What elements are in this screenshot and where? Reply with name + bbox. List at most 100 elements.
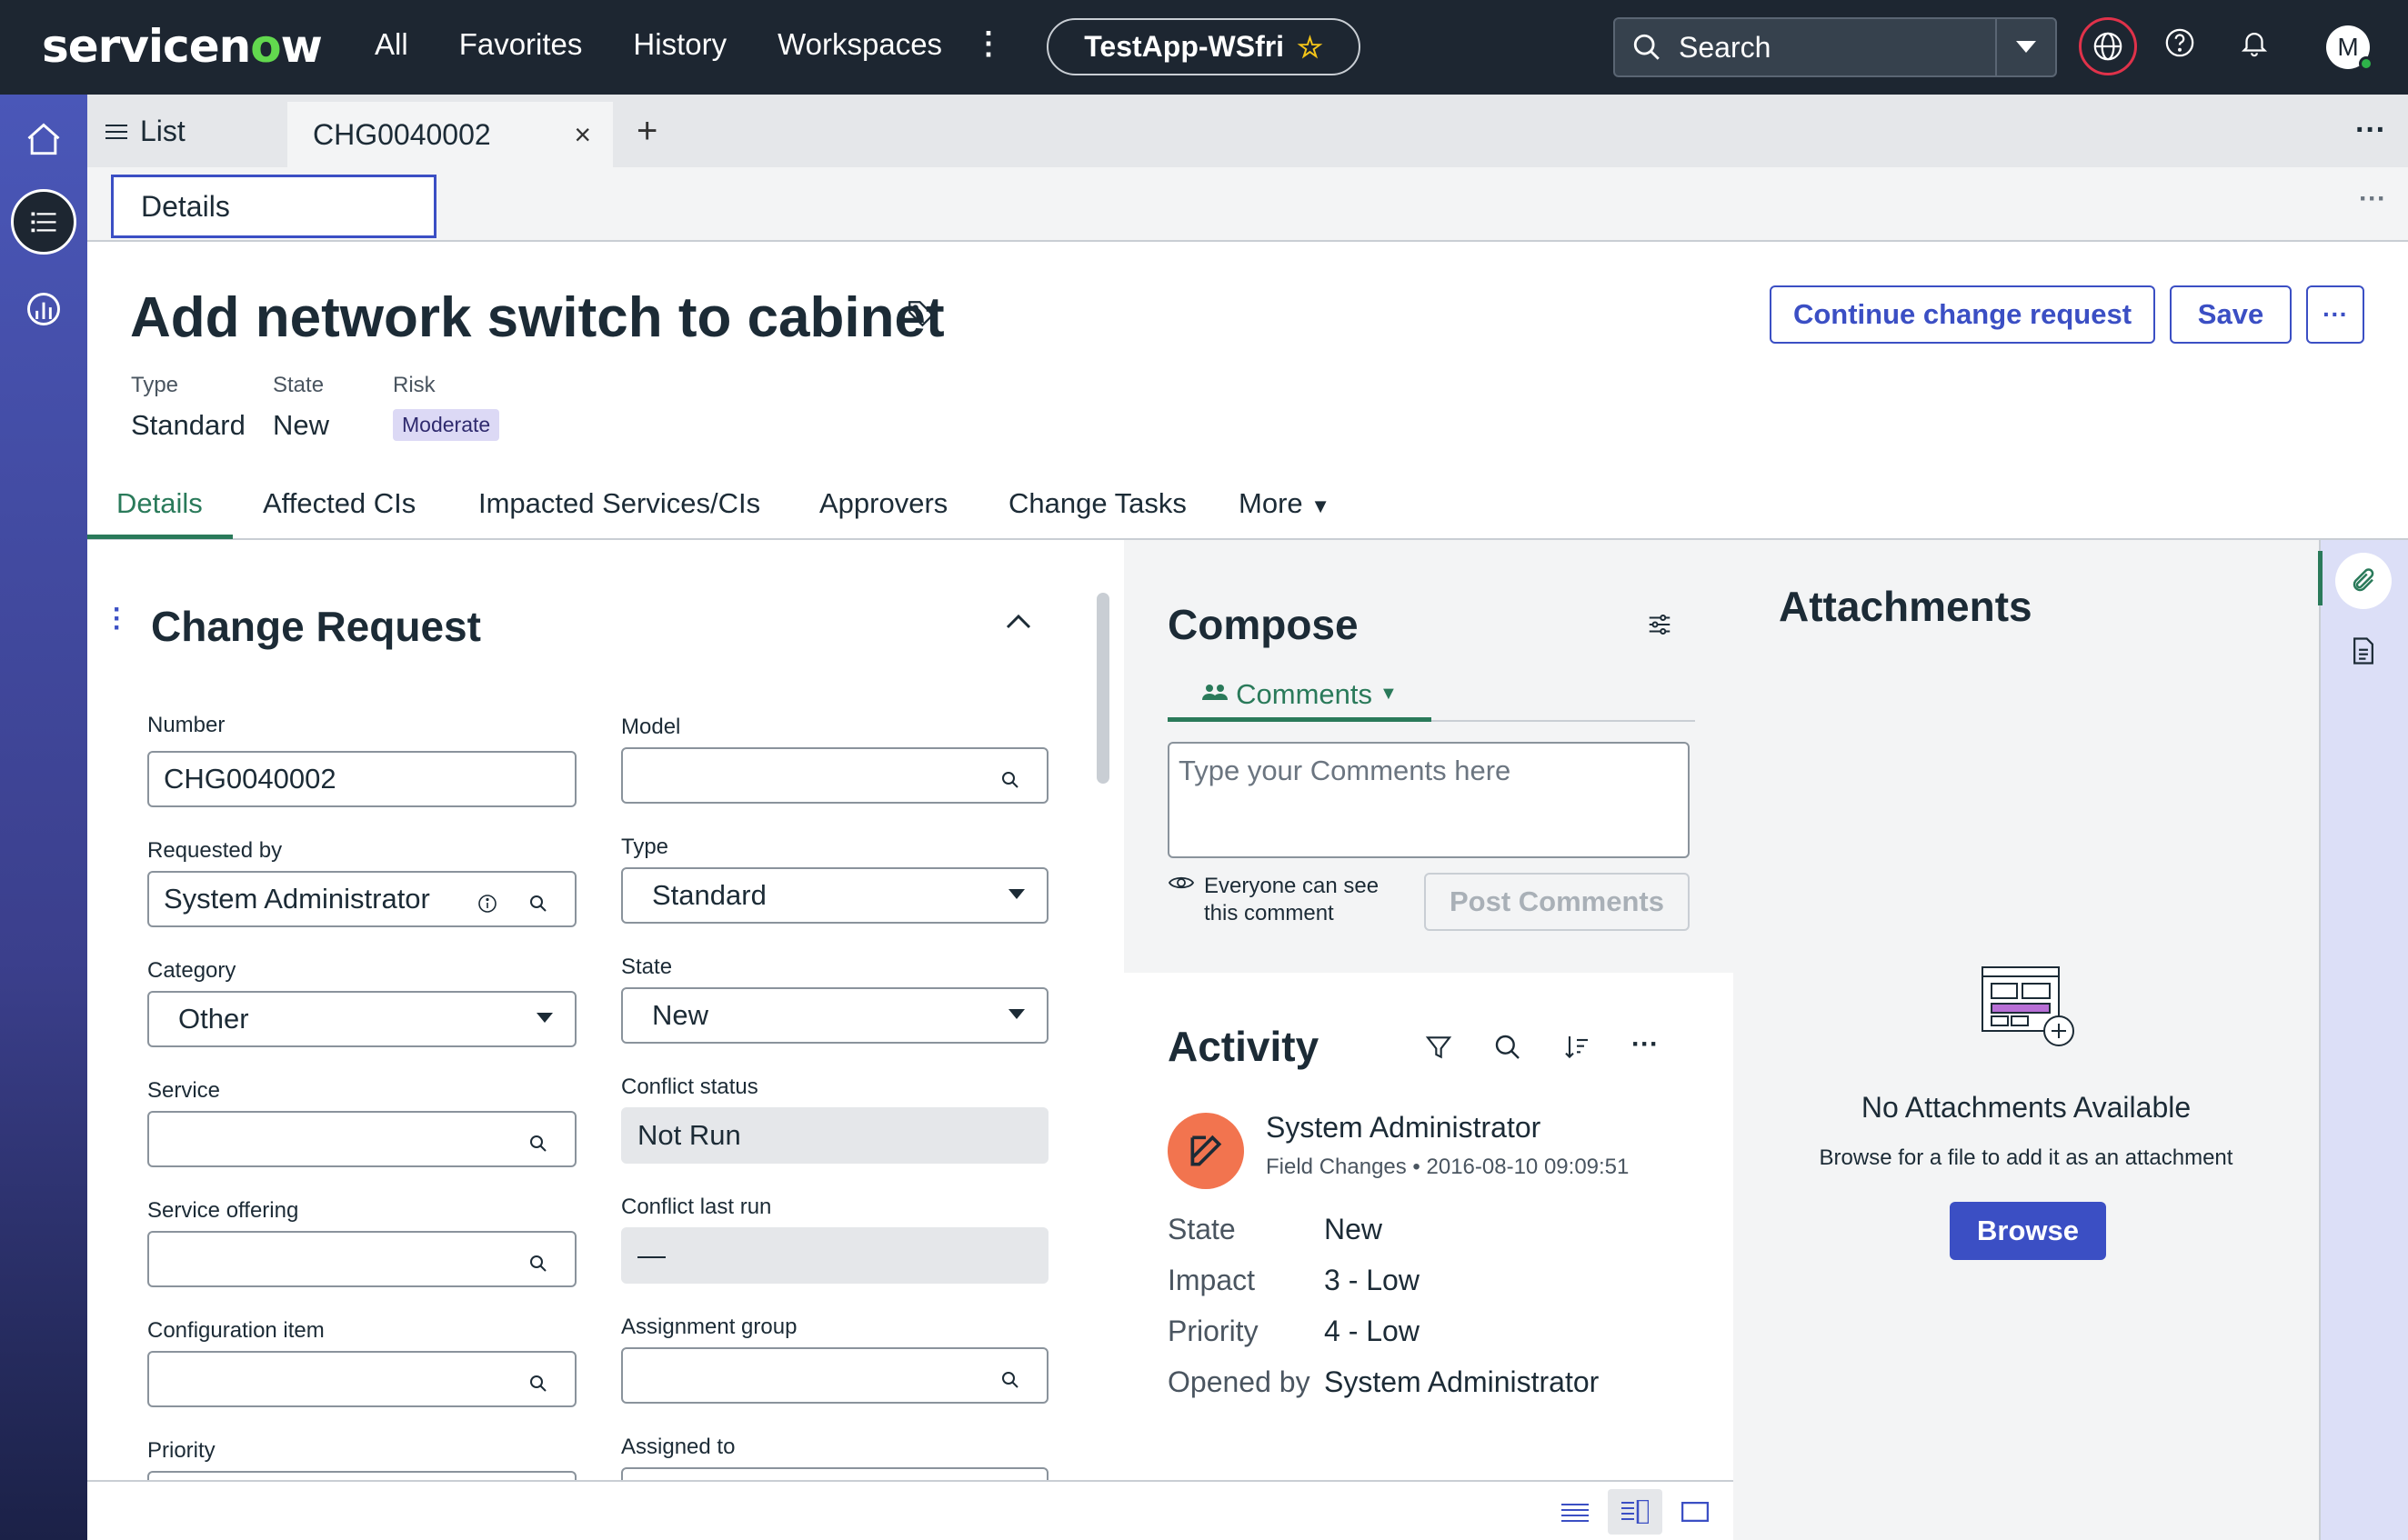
chevron-up-icon[interactable] (1006, 613, 1031, 634)
caret-down-icon: ▼ (1310, 495, 1331, 517)
search-icon[interactable] (527, 889, 549, 922)
assigned-to-field[interactable] (621, 1467, 1048, 1480)
tab-impacted-services[interactable]: Impacted Services/CIs (478, 487, 760, 520)
type-select[interactable]: Standard (621, 867, 1048, 924)
help-icon[interactable] (2164, 27, 2195, 63)
user-avatar[interactable]: M (2326, 25, 2373, 71)
eye-icon (1168, 873, 1195, 927)
number-field[interactable]: CHG0040002 (147, 751, 577, 807)
document-icon[interactable] (2350, 636, 2377, 670)
tab-details[interactable]: Details (116, 487, 203, 520)
close-icon[interactable]: × (574, 118, 591, 152)
scrollbar[interactable] (1097, 593, 1109, 784)
list-icon[interactable] (11, 189, 76, 255)
bell-icon[interactable] (2239, 27, 2270, 63)
sub-tab-strip: Details ··· (87, 167, 2408, 242)
meta-state: State New (273, 373, 330, 441)
model-field[interactable] (621, 747, 1048, 804)
add-tab-icon[interactable]: + (637, 111, 657, 152)
browse-button[interactable]: Browse (1950, 1202, 2106, 1260)
details-subtab[interactable]: Details (111, 175, 436, 238)
globe-icon[interactable] (2079, 17, 2137, 75)
top-navbar: servicenow All Favorites History Workspa… (0, 0, 2408, 95)
star-icon[interactable]: ☆ (1297, 30, 1323, 65)
split-view-icon[interactable] (1608, 1489, 1662, 1535)
panel-view-icon[interactable] (1668, 1489, 1722, 1535)
assigned-to-label: Assigned to (621, 1435, 736, 1459)
nav-all[interactable]: All (375, 27, 408, 62)
search-icon[interactable] (1493, 1033, 1522, 1066)
tab-record-label: CHG0040002 (313, 117, 491, 151)
assignment-group-label: Assignment group (621, 1315, 798, 1339)
state-select[interactable]: New (621, 987, 1048, 1044)
tab-comments[interactable]: Comments ▼ (1168, 671, 1431, 722)
caret-down-icon (537, 1013, 553, 1023)
sort-icon[interactable] (1562, 1033, 1591, 1066)
comment-textarea[interactable]: Type your Comments here (1168, 742, 1690, 858)
post-comments-button[interactable]: Post Comments (1424, 873, 1690, 931)
configuration-item-label: Configuration item (147, 1318, 325, 1343)
more-actions-button[interactable]: ··· (2306, 285, 2364, 344)
tab-change-tasks[interactable]: Change Tasks (1008, 487, 1187, 520)
search-icon[interactable] (527, 1129, 549, 1162)
tag-icon[interactable] (906, 298, 937, 334)
search-icon[interactable] (527, 1369, 549, 1402)
tab-more[interactable]: More ▼ (1239, 487, 1330, 520)
save-button[interactable]: Save (2170, 285, 2292, 344)
compose-title: Compose (1168, 601, 1359, 648)
drag-handle-icon[interactable]: · · · (113, 596, 122, 642)
single-column-view-icon[interactable] (1548, 1489, 1602, 1535)
paperclip-icon[interactable] (2335, 553, 2392, 609)
settings-sliders-icon[interactable] (1646, 611, 1673, 643)
tab-approvers[interactable]: Approvers (819, 487, 948, 520)
global-search[interactable]: Search (1613, 17, 2057, 77)
attachments-panel: Attachments No Attachments Available Bro… (1733, 540, 2319, 1540)
service-label: Service (147, 1078, 221, 1103)
home-icon[interactable] (11, 107, 76, 173)
analytics-icon[interactable] (11, 276, 76, 342)
caret-down-icon: ▼ (1380, 684, 1398, 704)
servicenow-logo[interactable]: servicenow (42, 20, 323, 73)
service-field[interactable] (147, 1111, 577, 1167)
activity-change-row: Opened by System Administrator (1168, 1365, 1600, 1398)
category-select[interactable]: Other (147, 991, 577, 1047)
configuration-item-field[interactable] (147, 1351, 577, 1407)
assignment-group-field[interactable] (621, 1347, 1048, 1404)
nav-workspaces[interactable]: Workspaces (778, 27, 942, 62)
layout-switcher (1548, 1489, 1722, 1535)
info-icon[interactable] (477, 889, 498, 922)
activity-author: System Administrator (1266, 1111, 1541, 1144)
section-title: Change Request (151, 603, 481, 650)
search-input[interactable]: Search (1679, 31, 1995, 65)
more-horizontal-icon[interactable]: ··· (2359, 184, 2386, 215)
hamburger-icon (105, 115, 127, 148)
activity-title: Activity (1168, 1023, 1319, 1070)
record-tabs: Details Affected CIs Impacted Services/C… (87, 487, 2408, 540)
more-horizontal-icon[interactable]: ··· (1631, 1031, 1659, 1066)
caret-down-icon (1008, 889, 1025, 899)
service-offering-label: Service offering (147, 1198, 299, 1223)
activity-change-row: Impact 3 - Low (1168, 1264, 1420, 1296)
tab-affected-cis[interactable]: Affected CIs (263, 487, 416, 520)
tab-list[interactable]: List (105, 95, 186, 167)
active-indicator (2318, 551, 2323, 605)
more-vertical-icon[interactable]: ⋮ (973, 25, 1004, 62)
app-scope-pill[interactable]: TestApp-WSfri ☆ (1047, 18, 1360, 75)
service-offering-field[interactable] (147, 1231, 577, 1287)
priority-field[interactable] (147, 1471, 577, 1480)
requested-by-field[interactable]: System Administrator (147, 871, 577, 927)
search-icon[interactable] (999, 765, 1021, 798)
search-icon[interactable] (527, 1249, 549, 1282)
state-label: State (621, 955, 673, 979)
empty-attachments-illustration-icon (1979, 964, 2079, 1055)
nav-history[interactable]: History (633, 27, 727, 62)
nav-favorites[interactable]: Favorites (459, 27, 583, 62)
tab-record[interactable]: CHG0040002 × (287, 102, 613, 167)
contextual-sidebar (2318, 540, 2408, 1540)
filter-icon[interactable] (1424, 1033, 1453, 1066)
continue-change-request-button[interactable]: Continue change request (1770, 285, 2155, 344)
more-horizontal-icon[interactable]: ··· (2355, 113, 2386, 148)
model-label: Model (621, 715, 681, 739)
chevron-down-icon[interactable] (1995, 19, 2055, 75)
search-icon[interactable] (999, 1365, 1021, 1398)
